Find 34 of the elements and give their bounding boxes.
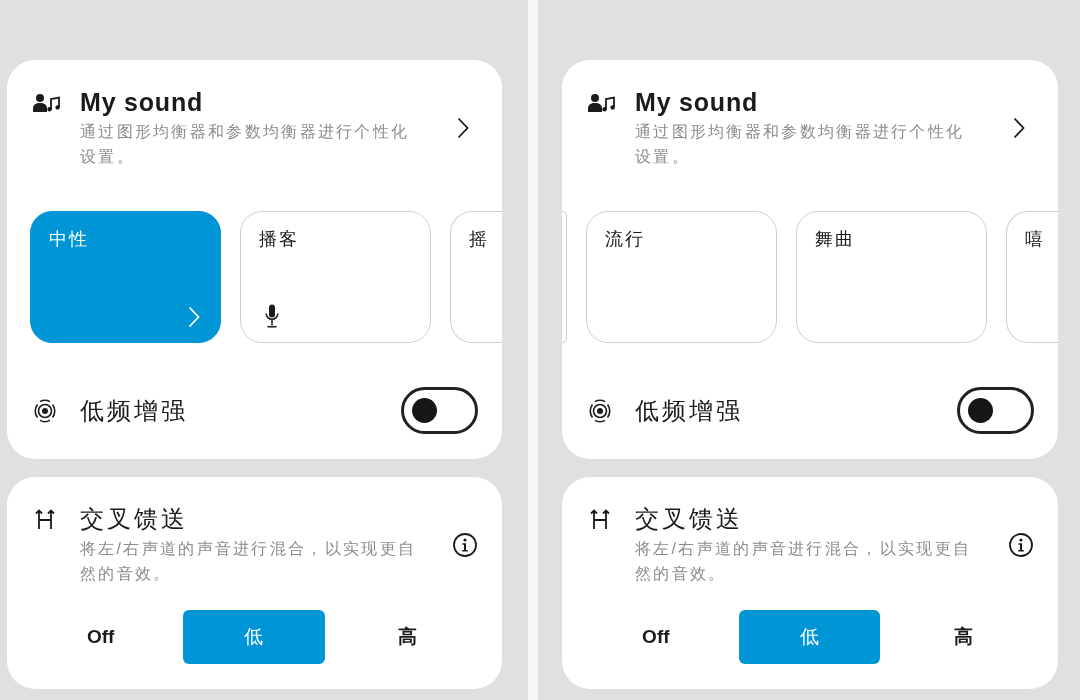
chevron-right-icon[interactable] <box>457 117 469 139</box>
info-icon[interactable] <box>1009 533 1033 557</box>
chevron-right-icon[interactable] <box>1013 117 1025 139</box>
segment-option[interactable]: Off <box>30 610 172 664</box>
card-description: 将左/右声道的声音进行混合，以实现更自然的音效。 <box>80 539 418 584</box>
segment-option[interactable]: Off <box>585 610 727 664</box>
segment-option[interactable]: 高 <box>892 610 1034 664</box>
sound-waves-icon <box>588 398 612 423</box>
microphone-icon <box>265 304 279 328</box>
preset-tile[interactable]: 流行 <box>586 211 777 343</box>
sound-waves-icon <box>33 398 57 423</box>
card-description: 将左/右声道的声音进行混合，以实现更自然的音效。 <box>635 539 973 584</box>
setting-label: 低频增强 <box>635 395 743 426</box>
card-description: 通过图形均衡器和参数均衡器进行个性化设置。 <box>635 122 966 167</box>
info-icon[interactable] <box>453 533 477 557</box>
card-title: My sound <box>635 87 759 117</box>
card-description: 通过图形均衡器和参数均衡器进行个性化设置。 <box>80 122 411 167</box>
card-title: 交叉馈送 <box>80 504 188 534</box>
card-title: My sound <box>80 87 204 117</box>
preset-tile[interactable]: 摇 <box>450 211 502 343</box>
preset-tile[interactable]: 舞曲 <box>796 211 987 343</box>
toggle-switch[interactable] <box>401 387 478 434</box>
setting-label: 低频增强 <box>80 395 188 426</box>
toggle-switch[interactable] <box>957 387 1034 434</box>
preset-tile[interactable]: 嘻 <box>1006 211 1058 343</box>
person-music-icon <box>33 93 60 112</box>
h-shape-arrows-icon <box>35 508 55 530</box>
chevron-right-icon <box>188 306 200 328</box>
preset-tile[interactable]: 播客 <box>240 211 431 343</box>
h-shape-arrows-icon <box>590 508 610 530</box>
preset-tile[interactable] <box>562 211 567 343</box>
segment-option[interactable]: 高 <box>336 610 478 664</box>
card-title: 交叉馈送 <box>635 504 743 534</box>
person-music-icon <box>588 93 615 112</box>
